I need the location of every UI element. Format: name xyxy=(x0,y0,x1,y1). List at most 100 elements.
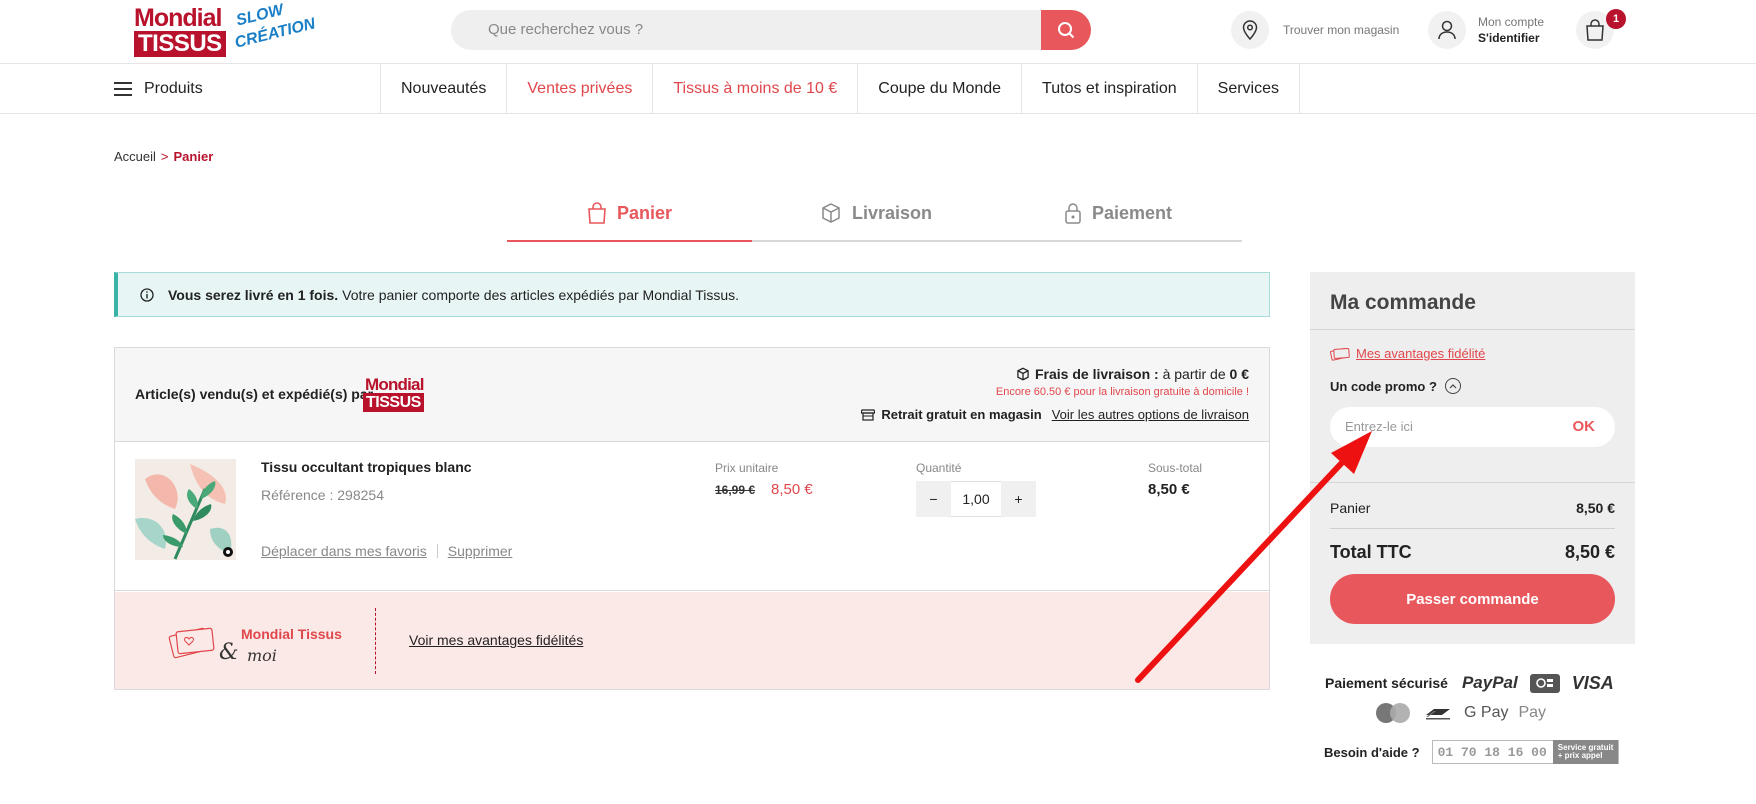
unit-price-label: Prix unitaire xyxy=(715,461,779,475)
step-panier: Panier xyxy=(587,198,672,228)
phone-number-text: 01 70 18 16 00 xyxy=(1437,744,1547,760)
find-store-link[interactable]: Trouver mon magasin xyxy=(1231,11,1399,49)
subtotal-value: 8,50 € xyxy=(1148,481,1190,498)
account-link[interactable]: Mon compte S'identifier xyxy=(1428,11,1544,49)
sign-in-label: S'identifier xyxy=(1478,31,1540,45)
search-bar xyxy=(451,10,1091,50)
bancontact-icon xyxy=(1424,705,1452,721)
apple-pay-logo: Pay xyxy=(1518,704,1547,721)
loyalty-banner: Mondial Tissus & moi Voir mes avantages … xyxy=(115,592,1269,689)
nav-item-tutos[interactable]: Tutos et inspiration xyxy=(1022,64,1198,114)
subtotal-label: Sous-total xyxy=(1148,461,1203,475)
cart-count-badge: 1 xyxy=(1606,9,1626,29)
mondial-tissus-logo[interactable]: Mondial TISSUS SLOW CRÉATION xyxy=(134,1,317,57)
step-livraison: Livraison xyxy=(820,198,932,228)
nav-item-services[interactable]: Services xyxy=(1198,64,1300,114)
nav-products-label: Produits xyxy=(144,80,203,97)
visa-logo: VISA xyxy=(1571,672,1614,693)
nav-products-menu[interactable]: Produits xyxy=(114,64,203,114)
shipping-fee-price: 0 € xyxy=(1229,366,1249,382)
info-icon xyxy=(140,287,154,302)
map-pin-icon xyxy=(1242,20,1258,40)
delete-item-link[interactable]: Supprimer xyxy=(448,543,513,559)
view-loyalty-benefits-link[interactable]: Voir mes avantages fidélités xyxy=(409,632,583,648)
seller-logo: Mondial TISSUS xyxy=(363,376,441,414)
phone-service-tag: Service gratuit + prix appel xyxy=(1552,740,1619,764)
loyalty-card-icon xyxy=(1330,347,1350,361)
actions-divider xyxy=(436,544,438,558)
search-button[interactable] xyxy=(1041,10,1091,50)
loyalty-card-icon xyxy=(168,627,215,659)
product-actions: Déplacer dans mes favoris Supprimer xyxy=(261,543,512,559)
order-summary: Ma commande Mes avantages fidélité Un co… xyxy=(1310,272,1635,644)
quantity-input[interactable]: 1,00 xyxy=(951,481,1001,517)
loyalty-moi: moi xyxy=(247,646,277,665)
summary-divider xyxy=(1330,528,1615,529)
phone-number[interactable]: 01 70 18 16 00 Service gratuit + prix ap… xyxy=(1431,740,1620,764)
main-nav: Produits Nouveautés Ventes privées Tissu… xyxy=(0,64,1756,114)
panier-label: Panier xyxy=(1330,500,1371,516)
panier-row: Panier 8,50 € xyxy=(1330,500,1615,516)
store-icon xyxy=(861,408,876,421)
seller-label: Article(s) vendu(s) et expédié(s) par xyxy=(135,386,374,402)
paypal-logo: PayPal xyxy=(1461,673,1518,692)
product-name[interactable]: Tissu occultant tropiques blanc xyxy=(261,459,472,475)
other-delivery-options-link[interactable]: Voir les autres options de livraison xyxy=(1052,407,1249,422)
account-text: Mon compte S'identifier xyxy=(1478,14,1544,46)
nav-item-coupe-du-monde[interactable]: Coupe du Monde xyxy=(858,64,1023,114)
search-icon xyxy=(1058,22,1075,39)
promo-label: Un code promo ? xyxy=(1330,378,1437,394)
delivery-info-banner: Vous serez livré en 1 fois. Votre panier… xyxy=(114,272,1270,317)
hamburger-menu-icon xyxy=(114,82,132,96)
nav-item-tissus-moins-10[interactable]: Tissus à moins de 10 € xyxy=(653,64,859,114)
promo-ok-button[interactable]: OK xyxy=(1573,418,1596,435)
step-paiement: Paiement xyxy=(1064,198,1172,228)
info-bold: Vous serez livré en 1 fois. xyxy=(168,286,339,303)
promo-toggle[interactable]: Un code promo ? xyxy=(1330,378,1461,394)
breadcrumb-separator: > xyxy=(160,149,169,164)
help-section: Besoin d'aide ? 01 70 18 16 00 Service g… xyxy=(1324,740,1620,764)
loyalty-brand: Mondial Tissus xyxy=(241,626,342,642)
shipping-fee-from: à partir de xyxy=(1162,366,1226,382)
nav-items: Nouveautés Ventes privées Tissus à moins… xyxy=(380,64,1300,114)
quantity-stepper: − 1,00 + xyxy=(916,481,1036,517)
mondial-tissus-et-moi-logo: Mondial Tissus & moi xyxy=(167,616,357,666)
logo-text-tissus: TISSUS xyxy=(134,31,226,57)
checkout-button[interactable]: Passer commande xyxy=(1330,574,1615,624)
account-icon-wrap xyxy=(1428,11,1466,49)
old-price: 16,99 € xyxy=(715,483,756,497)
promo-code-field: OK xyxy=(1330,407,1615,447)
nav-item-nouveautes[interactable]: Nouveautés xyxy=(381,64,508,114)
search-input[interactable] xyxy=(488,21,988,38)
breadcrumb-current: Panier xyxy=(173,149,214,164)
google-pay-logo: G Pay xyxy=(1464,704,1509,721)
step-livraison-label: Livraison xyxy=(852,202,933,223)
breadcrumb-home[interactable]: Accueil xyxy=(114,149,156,164)
quantity-increase-button[interactable]: + xyxy=(1001,481,1036,517)
box-icon xyxy=(822,203,840,223)
breadcrumb: Accueil > Panier xyxy=(114,149,213,164)
product-thumbnail[interactable] xyxy=(135,459,236,560)
tropical-fabric-image xyxy=(135,459,236,560)
shipping-fee-label: Frais de livraison : xyxy=(1034,366,1159,382)
nav-item-ventes-privees[interactable]: Ventes privées xyxy=(507,64,654,114)
carte-bancaire-icon xyxy=(1529,673,1560,693)
loyalty-benefits-link[interactable]: Mes avantages fidélité xyxy=(1356,346,1485,361)
find-store-label: Trouver mon magasin xyxy=(1283,23,1400,37)
store-icon-wrap xyxy=(1231,11,1269,49)
loyalty-divider xyxy=(375,608,376,674)
checkout-steps: Panier Livraison Paiement xyxy=(507,198,1242,242)
promo-code-input[interactable] xyxy=(1345,419,1545,434)
seller-logo-mondial: Mondial xyxy=(365,375,424,394)
secure-payment: Paiement sécurisé PayPal VISA xyxy=(1325,672,1615,694)
shipping-fee: Frais de livraison : à partir de 0 € xyxy=(1016,366,1249,382)
user-icon xyxy=(1438,20,1456,40)
quantity-decrease-button[interactable]: − xyxy=(916,481,951,517)
logo-text-mondial: Mondial xyxy=(134,4,222,32)
cart-item: Tissu occultant tropiques blanc Référenc… xyxy=(115,443,1269,591)
quantity-label: Quantité xyxy=(916,461,962,475)
panier-value: 8,50 € xyxy=(1576,500,1615,516)
seller-header: Article(s) vendu(s) et expédié(s) par Mo… xyxy=(115,348,1269,442)
move-to-favorites-link[interactable]: Déplacer dans mes favoris xyxy=(261,543,427,559)
cart-button[interactable]: 1 xyxy=(1576,9,1626,49)
